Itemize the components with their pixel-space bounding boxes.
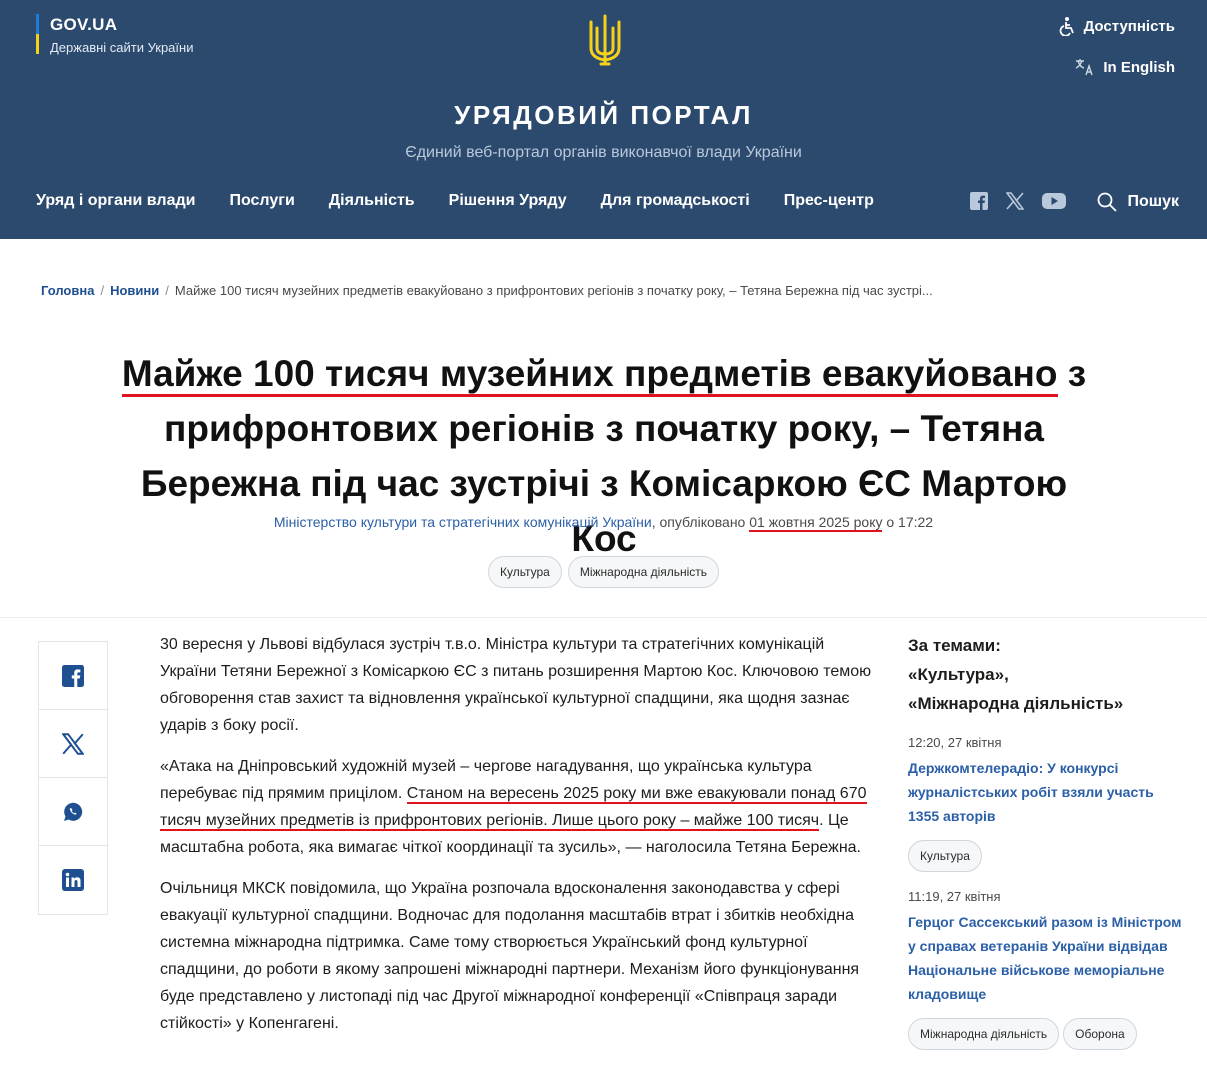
breadcrumb-separator: / bbox=[165, 283, 169, 298]
tag-international[interactable]: Міжнародна діяльність bbox=[908, 1018, 1060, 1050]
share-x-button[interactable] bbox=[39, 710, 107, 778]
accessibility-button[interactable]: Доступність bbox=[1058, 16, 1175, 36]
translate-icon bbox=[1075, 59, 1093, 76]
article-title: Майже 100 тисяч музейних предметів еваку… bbox=[120, 346, 1088, 566]
related-heading-line: «Культура», bbox=[908, 665, 1009, 684]
govua-flag-bar bbox=[36, 14, 39, 54]
news-time: 11:19, 27 квітня bbox=[908, 889, 1001, 904]
related-heading-line: «Міжнародна діяльність» bbox=[908, 694, 1124, 713]
portal-subtitle: Єдиний веб-портал органів виконавчої вла… bbox=[405, 144, 802, 161]
related-news-item: 11:19, 27 квітня Герцог Сассекський разо… bbox=[908, 888, 1188, 1050]
news-tags: Міжнародна діяльність Оборона bbox=[908, 1018, 1188, 1050]
publish-time: о 17:22 bbox=[882, 514, 934, 530]
tag-culture[interactable]: Культура bbox=[908, 840, 982, 872]
related-news-item: 12:20, 27 квітня Держкомтелерадіо: У кон… bbox=[908, 734, 1188, 872]
facebook-icon bbox=[62, 664, 84, 687]
article-source-link[interactable]: Міністерство культури та стратегічних ко… bbox=[274, 514, 652, 530]
breadcrumb-separator: / bbox=[100, 283, 105, 298]
nav-item-public[interactable]: Для громадськості bbox=[601, 192, 750, 210]
breadcrumb-home[interactable]: Головна bbox=[41, 283, 94, 298]
nav-item-government[interactable]: Уряд і органи влади bbox=[36, 192, 195, 210]
related-sidebar: За темами: «Культура», «Міжнародна діяль… bbox=[908, 631, 1188, 1050]
facebook-icon[interactable] bbox=[970, 192, 988, 210]
paragraph-3: Очільниця МКСК повідомила, що Україна ро… bbox=[160, 880, 860, 1032]
govua-logo[interactable]: GOV.UA Державні сайти України bbox=[36, 14, 193, 56]
x-icon bbox=[62, 732, 84, 755]
breadcrumb-current: Майже 100 тисяч музейних предметів еваку… bbox=[174, 283, 933, 298]
publish-date: 01 жовтня 2025 року bbox=[749, 514, 883, 532]
x-icon[interactable] bbox=[1006, 192, 1024, 210]
share-facebook-button[interactable] bbox=[39, 642, 107, 710]
news-tags: Культура bbox=[908, 840, 1188, 872]
search-icon bbox=[1098, 192, 1118, 212]
article-meta: Міністерство культури та стратегічних ко… bbox=[0, 514, 1207, 532]
tag-defense[interactable]: Оборона bbox=[1063, 1018, 1137, 1050]
tag-culture[interactable]: Культура bbox=[487, 556, 562, 588]
article-tags: Культура Міжнародна діяльність bbox=[0, 556, 1207, 588]
whatsapp-icon bbox=[64, 802, 83, 821]
nav-item-press[interactable]: Прес-центр bbox=[784, 192, 874, 210]
related-heading-line: За темами: bbox=[908, 636, 1001, 655]
linkedin-icon bbox=[62, 869, 84, 891]
social-links bbox=[970, 192, 1066, 210]
title-highlight: Майже 100 тисяч музейних предметів еваку… bbox=[121, 353, 1058, 397]
published-label: , опубліковано bbox=[651, 514, 750, 530]
nav-item-activity[interactable]: Діяльність bbox=[329, 192, 415, 210]
main-nav: Уряд і органи влади Послуги Діяльність Р… bbox=[36, 192, 874, 210]
news-time: 12:20, 27 квітня bbox=[908, 735, 1002, 750]
article-header: Майже 100 тисяч музейних предметів еваку… bbox=[120, 346, 1088, 566]
search-label: Пошук bbox=[1127, 193, 1179, 210]
search-button[interactable]: Пошук bbox=[1097, 192, 1179, 212]
breadcrumb-news[interactable]: Новини bbox=[110, 283, 159, 298]
trident-emblem-icon[interactable] bbox=[588, 14, 622, 66]
youtube-icon[interactable] bbox=[1042, 192, 1066, 210]
paragraph-1: 30 вересня у Львові відбулася зустріч т.… bbox=[160, 636, 872, 734]
related-heading: За темами: «Культура», «Міжнародна діяль… bbox=[908, 631, 1188, 718]
paragraph-2: «Атака на Дніпровський художній музей – … bbox=[160, 753, 878, 861]
govua-title: GOV.UA bbox=[50, 15, 118, 34]
wheelchair-icon bbox=[1059, 17, 1074, 36]
portal-title[interactable]: УРЯДОВИЙ ПОРТАЛ bbox=[0, 100, 1207, 131]
nav-item-decisions[interactable]: Рішення Уряду bbox=[449, 192, 567, 210]
accessibility-label: Доступність bbox=[1083, 17, 1175, 35]
tag-international[interactable]: Міжнародна діяльність bbox=[567, 556, 720, 588]
language-switch[interactable]: In English bbox=[1075, 58, 1175, 76]
govua-subtitle: Державні сайти України bbox=[50, 40, 194, 55]
share-panel bbox=[38, 641, 108, 915]
news-link[interactable]: Держкомтелерадіо: У конкурсі журналістсь… bbox=[908, 756, 1188, 828]
breadcrumb: Головна / Новини / Майже 100 тисяч музей… bbox=[41, 283, 933, 298]
nav-item-services[interactable]: Послуги bbox=[229, 192, 294, 210]
article-body: 30 вересня у Львові відбулася зустріч т.… bbox=[160, 631, 878, 1051]
language-label: In English bbox=[1103, 58, 1175, 76]
share-linkedin-button[interactable] bbox=[39, 846, 107, 914]
share-whatsapp-button[interactable] bbox=[39, 778, 107, 846]
site-header: GOV.UA Державні сайти України Доступніст… bbox=[0, 0, 1207, 239]
news-link[interactable]: Герцог Сассекський разом із Міністром у … bbox=[908, 910, 1188, 1006]
